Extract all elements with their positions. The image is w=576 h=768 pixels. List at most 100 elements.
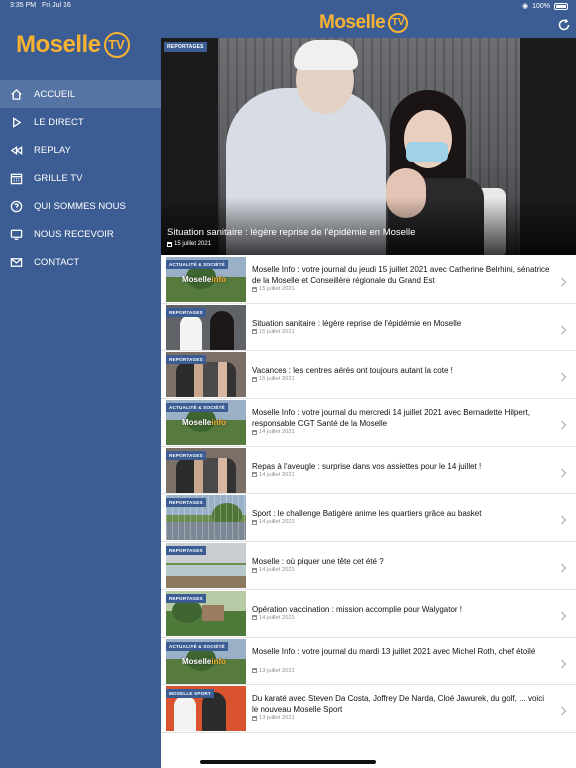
battery-icon	[554, 2, 568, 10]
home-indicator	[200, 760, 376, 764]
hero-date-text: 15 juillet 2021	[174, 241, 212, 247]
sidebar-item-replay[interactable]: REPLAY	[0, 136, 161, 164]
tv-screen-icon	[9, 227, 23, 241]
moselle-info-logo: Moselleinfo	[182, 275, 227, 284]
article-title: Situation sanitaire : légère reprise de …	[252, 318, 462, 328]
sidebar: Moselle TV ACCUEIL LE DIRECT REPLAY GRIL…	[0, 0, 161, 768]
status-time: 3:35 PM	[10, 2, 37, 9]
calendar-icon	[252, 329, 257, 335]
article-date-text: 13 juillet 2021	[259, 715, 295, 722]
article-date: 15 juillet 2021	[252, 376, 295, 382]
category-badge: ACTUALITÉ & SOCIÉTÉ	[166, 403, 228, 413]
moselle-info-logo: Moselleinfo	[182, 418, 227, 428]
sidebar-item-label: QUI SOMMES NOUS	[34, 200, 126, 212]
logo-tv-badge: TV	[388, 13, 409, 33]
chevron-right-icon	[560, 369, 567, 382]
article-title: Du karaté avec Steven Da Costa, Joffrey …	[252, 694, 544, 715]
list-item[interactable]: Moselleinfo ACTUALITÉ & SOCIÉTÉ Moselle In…	[161, 399, 576, 447]
article-thumbnail: Moselleinfo ACTUALITÉ & SOCIÉTÉ	[166, 638, 246, 684]
sidebar-item-le-direct[interactable]: LE DIRECT	[0, 108, 161, 136]
calendar-icon	[252, 519, 257, 525]
category-badge: REPORTAGES	[166, 593, 206, 603]
calendar-icon	[252, 615, 257, 621]
list-item[interactable]: REPORTAGES Situation sanitaire : légère r…	[161, 303, 576, 352]
calendar-icon	[167, 241, 172, 247]
article-date: 14 juillet 2021	[252, 615, 295, 621]
sidebar-item-label: REPLAY	[34, 144, 71, 156]
category-badge: REPORTAGES	[166, 307, 206, 317]
calendar-icon	[252, 472, 257, 478]
category-badge: MOSELLE SPORT	[166, 689, 214, 699]
category-badge: REPORTAGES	[166, 355, 206, 365]
article-date-text: 14 juillet 2021	[259, 471, 295, 478]
article-date: 13 juillet 2021	[252, 715, 295, 721]
list-item[interactable]: REPORTAGES Moselle : où piquer une tête c…	[161, 542, 576, 590]
category-badge: REPORTAGES	[166, 450, 206, 460]
article-date-text: 14 juillet 2021	[259, 614, 295, 621]
article-thumbnail: Moselleinfo ACTUALITÉ & SOCIÉTÉ	[166, 400, 246, 446]
calendar-icon	[252, 715, 257, 721]
chevron-right-icon	[560, 417, 567, 430]
chevron-right-icon	[560, 656, 567, 668]
category-badge: ACTUALITÉ & SOCIÉTÉ	[166, 641, 228, 651]
sidebar-item-label: LE DIRECT	[34, 116, 84, 128]
article-date: 13 juillet 2021	[252, 668, 295, 674]
hero-title: Situation sanitaire : légère reprise de …	[167, 227, 416, 238]
article-title: Moselle Info : votre journal du mardi 13…	[252, 646, 536, 656]
sidebar-item-nous-recevoir[interactable]: NOUS RECEVOIR	[0, 220, 161, 248]
list-item[interactable]: Moselleinfo ACTUALITÉ & SOCIÉTÉ Moselle In…	[161, 256, 576, 304]
sidebar-item-accueil[interactable]: ACCUEIL	[0, 80, 161, 108]
category-badge: REPORTAGES	[164, 42, 207, 52]
home-icon	[9, 87, 23, 101]
status-right: ◉ 100%	[522, 2, 568, 10]
category-badge: REPORTAGES	[166, 498, 206, 508]
chevron-right-icon	[560, 322, 567, 335]
article-date: 14 juillet 2021	[252, 472, 295, 478]
chevron-right-icon	[560, 465, 567, 478]
calendar-grid-icon	[9, 171, 23, 185]
sidebar-item-grille-tv[interactable]: GRILLE TV	[0, 164, 161, 192]
article-title: Sport : le challenge Batigère anime les …	[252, 509, 482, 519]
calendar-icon	[252, 567, 257, 573]
article-thumbnail: REPORTAGES	[166, 304, 246, 350]
hero-date: 15 juillet 2021	[167, 241, 211, 247]
list-item[interactable]: REPORTAGES Vacances : les centres aérés o…	[161, 351, 576, 400]
list-item[interactable]: REPORTAGES Sport : le challenge Batigère …	[161, 494, 576, 543]
wifi-icon: ◉	[521, 3, 529, 10]
article-thumbnail: Moselleinfo ACTUALITÉ & SOCIÉTÉ	[166, 257, 246, 302]
logo-text: Moselle	[16, 31, 101, 58]
article-thumbnail: REPORTAGES	[166, 590, 246, 636]
list-item[interactable]: REPORTAGES Repas à l'aveugle : surprise d…	[161, 446, 576, 495]
sidebar-item-contact[interactable]: CONTACT	[0, 248, 161, 276]
article-date: 14 juillet 2021	[252, 567, 295, 573]
article-title: Opération vaccination : mission accompli…	[252, 604, 463, 614]
list-item[interactable]: MOSELLE SPORT Du karaté avec Steven Da Co…	[161, 685, 576, 733]
article-date-text: 14 juillet 2021	[259, 429, 295, 436]
calendar-icon	[252, 668, 257, 673]
chevron-right-icon	[560, 560, 567, 573]
calendar-icon	[252, 429, 257, 435]
article-thumbnail: REPORTAGES	[166, 352, 246, 398]
status-date: Fri Jul 16	[42, 2, 71, 9]
list-item[interactable]: Moselleinfo ACTUALITÉ & SOCIÉTÉ Moselle In…	[161, 637, 576, 686]
article-date: 14 juillet 2021	[252, 519, 295, 525]
sidebar-logo[interactable]: Moselle TV	[16, 30, 130, 60]
mail-icon	[9, 255, 23, 269]
article-title: Moselle Info : votre journal du mercredi…	[252, 408, 530, 429]
header-logo: Moselle TV	[319, 12, 409, 34]
article-thumbnail: REPORTAGES	[166, 495, 246, 541]
article-date-text: 14 juillet 2021	[259, 567, 295, 574]
chevron-right-icon	[560, 274, 567, 287]
logo-tv-badge: TV	[103, 32, 130, 58]
article-title: Vacances : les centres aérés ont toujour…	[252, 366, 453, 376]
play-icon	[9, 115, 23, 129]
list-item[interactable]: REPORTAGES Opération vaccination : missio…	[161, 589, 576, 638]
refresh-icon[interactable]	[557, 18, 571, 32]
sidebar-item-label: NOUS RECEVOIR	[34, 228, 114, 240]
calendar-icon	[252, 376, 257, 382]
sidebar-item-qui-sommes-nous[interactable]: QUI SOMMES NOUS	[0, 192, 161, 220]
hero-article[interactable]: REPORTAGES Situation sanitaire : légère …	[161, 38, 576, 255]
chevron-right-icon	[560, 512, 567, 525]
article-thumbnail: MOSELLE SPORT	[166, 686, 246, 732]
article-date-text: 15 juillet 2021	[259, 328, 295, 335]
